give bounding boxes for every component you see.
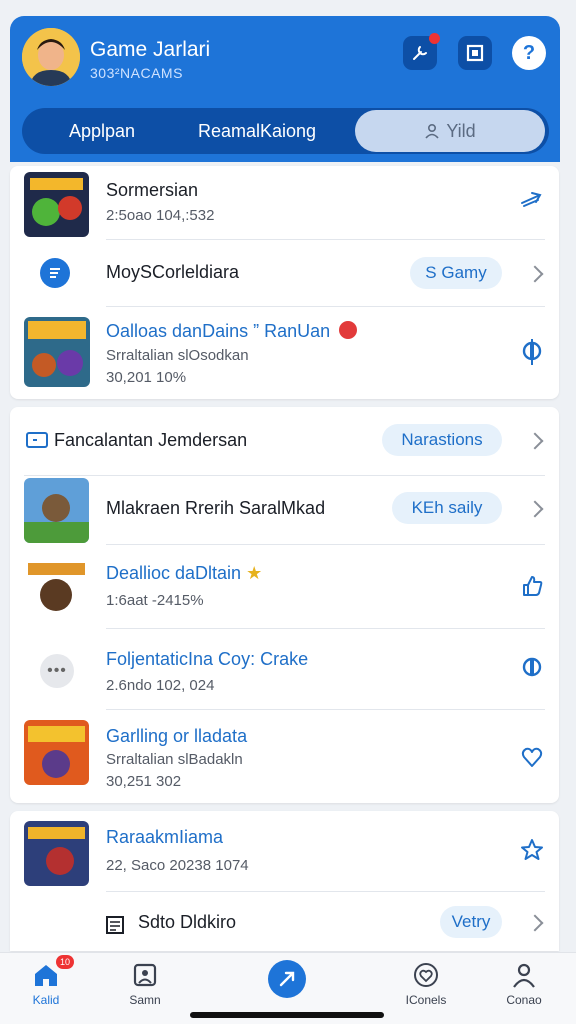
section-title: Fancalantan Jemdersan bbox=[54, 430, 248, 450]
user-icon bbox=[425, 123, 439, 139]
chevron-right-icon bbox=[526, 432, 544, 450]
chevron-right-icon bbox=[526, 914, 544, 932]
list-item[interactable]: MoySCorleldiara S Gamy bbox=[10, 240, 559, 306]
section-header[interactable]: Fancalantan Jemdersan Narastions bbox=[10, 407, 559, 475]
list-item[interactable]: Sormersian 2:5oao 104,:532 bbox=[10, 166, 559, 240]
verify-pill[interactable]: Vetry bbox=[440, 906, 502, 938]
center-action-button[interactable] bbox=[268, 960, 306, 998]
chevron-right-icon bbox=[526, 500, 544, 518]
item-meta: 2.6ndo 102, 024 bbox=[106, 677, 215, 694]
message-icon bbox=[24, 427, 50, 453]
heart-icon[interactable] bbox=[519, 744, 545, 770]
tab-applpan[interactable]: Applpan bbox=[42, 108, 162, 154]
list-item[interactable]: ••• FoljentaticIna Coy: Crake 2.6ndo 102… bbox=[10, 629, 559, 709]
status-pill[interactable]: KEh saily bbox=[392, 492, 502, 524]
nav-label: Samn bbox=[129, 993, 161, 1007]
item-title: Deallioc daDltain ★ bbox=[106, 563, 262, 584]
game-thumbnail bbox=[24, 317, 90, 387]
list-item[interactable]: RaraakmIiama 22, Saco 20238 1074 bbox=[10, 811, 559, 891]
item-meta-2: 30,201 10% bbox=[106, 369, 187, 386]
tab-label: ReamalKaiong bbox=[197, 120, 317, 141]
category-pill[interactable]: S Gamy bbox=[410, 257, 502, 289]
list-icon bbox=[40, 258, 70, 288]
layout-button[interactable] bbox=[458, 36, 492, 70]
item-meta-2: 30,251 302 bbox=[106, 773, 182, 790]
list-item[interactable]: Sdto Dldkiro Vetry bbox=[10, 892, 559, 951]
thumbs-up-icon[interactable] bbox=[519, 573, 545, 599]
item-title: FoljentaticIna Coy: Crake bbox=[106, 649, 309, 669]
app-header: Game Jarlari 303²NACAMS ? Applpan Reamal… bbox=[10, 16, 560, 162]
item-title: Garlling or lladata bbox=[106, 726, 248, 746]
tab-reamalkaiong[interactable]: ReamalKaiong bbox=[172, 108, 342, 154]
game-thumbnail bbox=[24, 720, 89, 785]
nav-label: IConels bbox=[405, 993, 447, 1007]
help-icon: ? bbox=[522, 41, 536, 64]
tool-icon bbox=[413, 46, 427, 60]
tab-yild[interactable]: Yild bbox=[355, 110, 545, 152]
app-title: Game Jarlari bbox=[90, 38, 211, 61]
app-subtitle: 303²NACAMS bbox=[90, 65, 183, 81]
list-item[interactable]: Deallioc daDltain ★ 1:6aat -2415% bbox=[10, 545, 559, 628]
title-text: Oalloas danDains ” RanUan bbox=[106, 321, 331, 341]
list-item[interactable]: Mlakraen Rrerih SaralMkad KEh saily bbox=[10, 476, 559, 544]
game-list-card-2: Fancalantan Jemdersan Narastions Mlakrae… bbox=[10, 407, 559, 803]
item-title: RaraakmIiama bbox=[106, 827, 224, 847]
pin-icon[interactable] bbox=[519, 339, 545, 365]
notification-badge: 10 bbox=[56, 955, 74, 969]
home-icon: 10 bbox=[32, 955, 74, 989]
no-entry-icon bbox=[339, 321, 358, 339]
nav-iconels[interactable]: IConels bbox=[386, 961, 466, 1007]
segmented-tabs: Applpan ReamalKaiong Yild bbox=[22, 108, 549, 154]
list-item[interactable]: Garlling or lladata Srraltalian slBadakl… bbox=[10, 710, 559, 803]
document-icon bbox=[104, 912, 130, 938]
item-title: Sormersian bbox=[106, 180, 199, 200]
square-icon bbox=[466, 44, 484, 62]
nav-home[interactable]: 10 Kalid bbox=[6, 955, 86, 1007]
home-indicator bbox=[190, 1012, 384, 1018]
gallery-icon bbox=[131, 961, 159, 989]
nav-label: Conao bbox=[506, 993, 542, 1007]
star-outline-icon[interactable] bbox=[519, 837, 545, 863]
pin-icon[interactable] bbox=[519, 655, 545, 681]
item-title: Oalloas danDains ” RanUan bbox=[106, 321, 358, 342]
nav-profile[interactable]: Conao bbox=[484, 961, 564, 1007]
game-list-card-1: Sormersian 2:5oao 104,:532 MoySCorleldia… bbox=[10, 166, 559, 399]
item-title: Mlakraen Rrerih SaralMkad bbox=[106, 498, 326, 518]
game-thumbnail bbox=[24, 478, 89, 543]
share-icon[interactable] bbox=[519, 186, 545, 212]
tab-label: Applpan bbox=[68, 120, 136, 141]
notifications-button[interactable] bbox=[403, 33, 440, 70]
heart-shield-icon bbox=[412, 961, 440, 989]
nav-label: Kalid bbox=[32, 993, 60, 1007]
list-item[interactable]: Oalloas danDains ” RanUan Srraltalian sl… bbox=[10, 307, 559, 399]
item-meta: 2:5oao 104,:532 bbox=[106, 207, 215, 224]
star-icon: ★ bbox=[246, 563, 263, 583]
title-text: Deallioc daDltain bbox=[106, 563, 242, 583]
item-meta: Srraltalian slOsodkan bbox=[106, 347, 249, 364]
more-icon: ••• bbox=[40, 654, 74, 688]
game-thumbnail bbox=[24, 555, 89, 620]
item-title: MoySCorleldiara bbox=[106, 262, 240, 282]
item-meta: 22, Saco 20238 1074 bbox=[106, 857, 249, 874]
notification-dot bbox=[429, 33, 440, 44]
item-title: Sdto Dldkiro bbox=[138, 912, 237, 932]
help-button[interactable]: ? bbox=[512, 36, 546, 70]
game-thumbnail bbox=[24, 821, 89, 886]
profile-avatar[interactable] bbox=[22, 28, 80, 86]
game-thumbnail bbox=[24, 172, 89, 237]
item-meta: 1:6aat -2415% bbox=[106, 592, 204, 609]
nav-samn[interactable]: Samn bbox=[105, 961, 185, 1007]
item-meta: Srraltalian slBadakln bbox=[106, 751, 243, 768]
tab-label: Yild bbox=[446, 120, 476, 141]
notifications-pill[interactable]: Narastions bbox=[382, 424, 502, 456]
person-icon bbox=[510, 961, 538, 989]
send-icon bbox=[279, 971, 295, 987]
chevron-right-icon bbox=[526, 265, 544, 283]
game-list-card-3: RaraakmIiama 22, Saco 20238 1074 Sdto Dl… bbox=[10, 811, 559, 951]
